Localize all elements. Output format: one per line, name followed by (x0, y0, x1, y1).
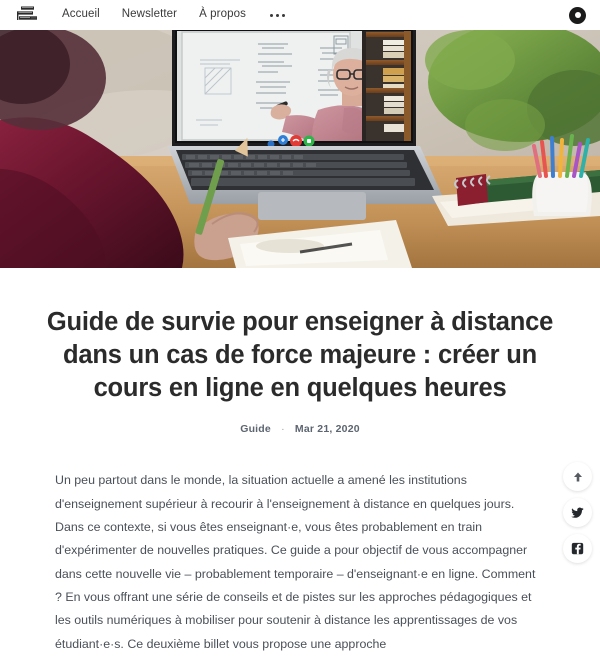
account-ring-icon[interactable] (569, 6, 586, 24)
post-meta: Guide · Mar 21, 2020 (14, 423, 586, 435)
post-body: Un peu partout dans le monde, la situati… (55, 469, 545, 656)
page-title: Guide de survie pour enseigner à distanc… (46, 308, 554, 403)
site-logo[interactable] (14, 5, 42, 25)
more-dot (281, 13, 285, 17)
nav-item-a-propos[interactable]: À propos (199, 9, 246, 21)
article: Guide de survie pour enseigner à distanc… (0, 268, 600, 656)
facebook-icon (571, 542, 584, 555)
share-rail (563, 462, 592, 563)
more-dot (275, 13, 279, 17)
more-dot (269, 13, 273, 17)
scroll-to-top-button[interactable] (563, 462, 592, 491)
post-date: Mar 21, 2020 (294, 423, 360, 436)
twitter-icon (571, 507, 584, 518)
meta-separator: · (281, 423, 285, 436)
nav-item-newsletter[interactable]: Newsletter (122, 9, 177, 21)
share-twitter-button[interactable] (563, 498, 592, 527)
post-paragraph: Un peu partout dans le monde, la situati… (55, 473, 536, 651)
hero-image (0, 30, 600, 268)
post-category-link[interactable]: Guide (240, 423, 271, 435)
nav-more-icon[interactable] (268, 10, 287, 21)
arrow-up-icon (573, 472, 582, 481)
site-header: Accueil Newsletter À propos (0, 0, 600, 30)
share-facebook-button[interactable] (563, 534, 592, 563)
primary-navigation: Accueil Newsletter À propos (62, 9, 287, 21)
header-actions (569, 6, 586, 24)
nav-item-accueil[interactable]: Accueil (62, 9, 100, 21)
